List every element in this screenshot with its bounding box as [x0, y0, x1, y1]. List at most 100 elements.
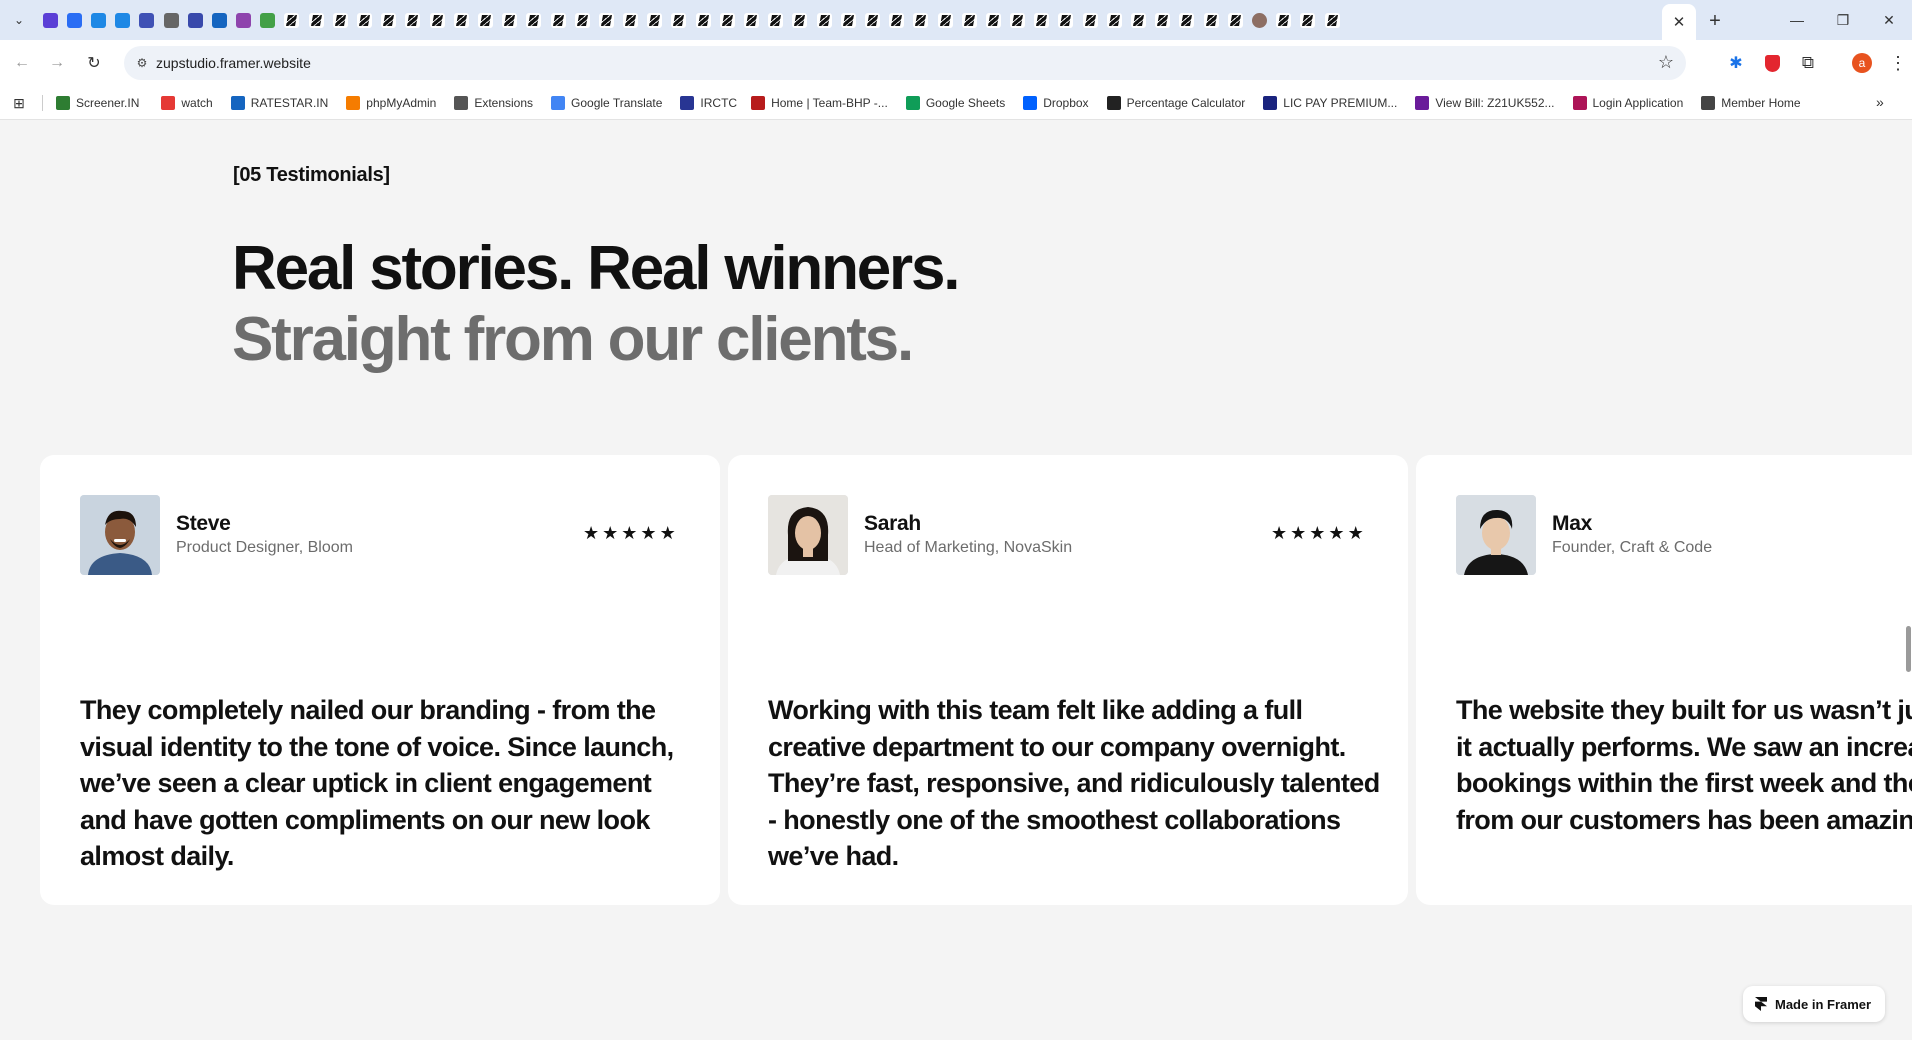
url-text[interactable]: zupstudio.framer.website	[156, 55, 311, 71]
pinned-tab[interactable]	[352, 0, 376, 40]
pinned-tab[interactable]	[280, 0, 304, 40]
more-bookmarks-icon[interactable]: »	[1876, 94, 1884, 110]
pinned-tab[interactable]	[885, 0, 909, 40]
pinned-tab[interactable]	[183, 0, 207, 40]
pinned-tab[interactable]	[933, 0, 957, 40]
pinned-tab[interactable]	[1199, 0, 1223, 40]
pinned-tab[interactable]	[449, 0, 473, 40]
extensions-puzzle-icon[interactable]: ⧉	[1796, 51, 1820, 75]
bookmark-item[interactable]: IRCTC	[680, 86, 737, 120]
bookmark-item[interactable]: Login Application	[1572, 86, 1683, 120]
pinned-tab[interactable]	[1296, 0, 1320, 40]
bookmark-item[interactable]: Dropbox	[1023, 86, 1089, 120]
pinned-tab[interactable]	[909, 0, 933, 40]
pinned-tab[interactable]	[836, 0, 860, 40]
bookmark-item[interactable]: Screener.IN	[56, 86, 139, 120]
pinned-tab[interactable]	[1126, 0, 1150, 40]
pinned-tab[interactable]	[570, 0, 594, 40]
bookmark-item[interactable]: Home | Team-BHP -...	[751, 86, 888, 120]
pinned-tab[interactable]	[62, 0, 86, 40]
pinned-tab[interactable]	[304, 0, 328, 40]
bookmark-icon	[905, 96, 920, 110]
pinned-tab[interactable]	[981, 0, 1005, 40]
bookmark-item[interactable]: LIC PAY PREMIUM...	[1263, 86, 1397, 120]
bookmark-star-icon[interactable]: ☆	[1658, 52, 1674, 73]
pinned-tab[interactable]	[473, 0, 497, 40]
pinned-tab[interactable]	[498, 0, 522, 40]
pinned-tab[interactable]	[619, 0, 643, 40]
bookmark-label: Google Sheets	[925, 96, 1006, 110]
pinned-tab[interactable]	[1030, 0, 1054, 40]
active-tab[interactable]: ✕	[1662, 4, 1696, 40]
bookmark-item[interactable]: watch	[161, 86, 213, 120]
profile-avatar[interactable]: a	[1850, 51, 1874, 75]
pinned-tab[interactable]	[425, 0, 449, 40]
pinned-tab[interactable]	[328, 0, 352, 40]
bookmark-item[interactable]: Google Sheets	[905, 86, 1006, 120]
forward-button[interactable]: →	[45, 51, 69, 75]
back-button[interactable]: ←	[10, 51, 34, 75]
pinned-tab[interactable]	[1054, 0, 1078, 40]
pinned-tab[interactable]	[401, 0, 425, 40]
pinned-tab[interactable]	[691, 0, 715, 40]
browser-menu-icon[interactable]: ⋮	[1886, 51, 1910, 75]
shield-extension-icon[interactable]	[1760, 51, 1784, 75]
bookmark-item[interactable]: Google Translate	[551, 86, 662, 120]
bookmark-item[interactable]: phpMyAdmin	[346, 86, 436, 120]
pinned-tab[interactable]	[715, 0, 739, 40]
site-info-icon[interactable]: ⚙	[132, 53, 152, 73]
bookmark-item[interactable]: View Bill: Z21UK552...	[1415, 86, 1555, 120]
pinned-tab[interactable]	[667, 0, 691, 40]
bookmark-item[interactable]: Member Home	[1701, 86, 1801, 120]
page-scrollbar[interactable]	[1906, 626, 1911, 672]
made-in-framer-badge[interactable]: Made in Framer	[1743, 986, 1885, 1022]
pinned-tab[interactable]	[377, 0, 401, 40]
pinned-tab[interactable]	[739, 0, 763, 40]
pinned-tab[interactable]	[1175, 0, 1199, 40]
close-tab-icon[interactable]: ✕	[1673, 13, 1686, 31]
star-icon: ★	[640, 523, 657, 543]
bookmark-item[interactable]: RATESTAR.IN	[230, 86, 328, 120]
pinned-tab[interactable]	[812, 0, 836, 40]
restore-button[interactable]: ❐	[1820, 0, 1866, 40]
star-icon: ★	[621, 523, 638, 543]
bookmark-item[interactable]: Percentage Calculator	[1106, 86, 1245, 120]
pinned-tab[interactable]	[232, 0, 256, 40]
bookmark-item[interactable]: Extensions	[454, 86, 533, 120]
pinned-tab[interactable]	[522, 0, 546, 40]
close-window-button[interactable]: ✕	[1866, 0, 1912, 40]
pinned-tab[interactable]	[1006, 0, 1030, 40]
minimize-button[interactable]: —	[1774, 0, 1820, 40]
pinned-tab[interactable]	[764, 0, 788, 40]
pinned-tab[interactable]	[643, 0, 667, 40]
pinned-tab[interactable]	[256, 0, 280, 40]
star-icon: ★	[583, 523, 600, 543]
address-bar[interactable]: ⚙ zupstudio.framer.website ☆	[124, 46, 1686, 80]
pinned-tab[interactable]	[1078, 0, 1102, 40]
pinned-tab[interactable]	[860, 0, 884, 40]
pinned-tab[interactable]	[1247, 0, 1271, 40]
pinned-tab[interactable]	[788, 0, 812, 40]
pinned-tab[interactable]	[546, 0, 570, 40]
pinned-tab[interactable]	[1320, 0, 1344, 40]
vpn-extension-icon[interactable]: ✱	[1724, 51, 1748, 75]
pinned-tab[interactable]	[1223, 0, 1247, 40]
apps-grid-icon[interactable]: ⊞	[10, 94, 28, 112]
pinned-tab[interactable]	[86, 0, 110, 40]
pinned-tab[interactable]	[1272, 0, 1296, 40]
testimonials-section: [05 Testimonials] Real stories. Real win…	[0, 120, 1912, 1040]
pinned-tab[interactable]	[594, 0, 618, 40]
pinned-tab[interactable]	[1102, 0, 1126, 40]
pinned-tab[interactable]	[1151, 0, 1175, 40]
pinned-tab[interactable]	[957, 0, 981, 40]
reload-button[interactable]: ↻	[82, 51, 106, 75]
tab-list-icon[interactable]: ⌄	[8, 9, 30, 31]
pinned-tab[interactable]	[38, 0, 62, 40]
new-tab-button[interactable]: +	[1702, 8, 1728, 34]
framer-logo-icon	[1755, 997, 1767, 1011]
pinned-tab[interactable]	[135, 0, 159, 40]
bookmark-icon	[551, 96, 566, 110]
pinned-tab[interactable]	[111, 0, 135, 40]
pinned-tab[interactable]	[159, 0, 183, 40]
pinned-tab[interactable]	[207, 0, 231, 40]
